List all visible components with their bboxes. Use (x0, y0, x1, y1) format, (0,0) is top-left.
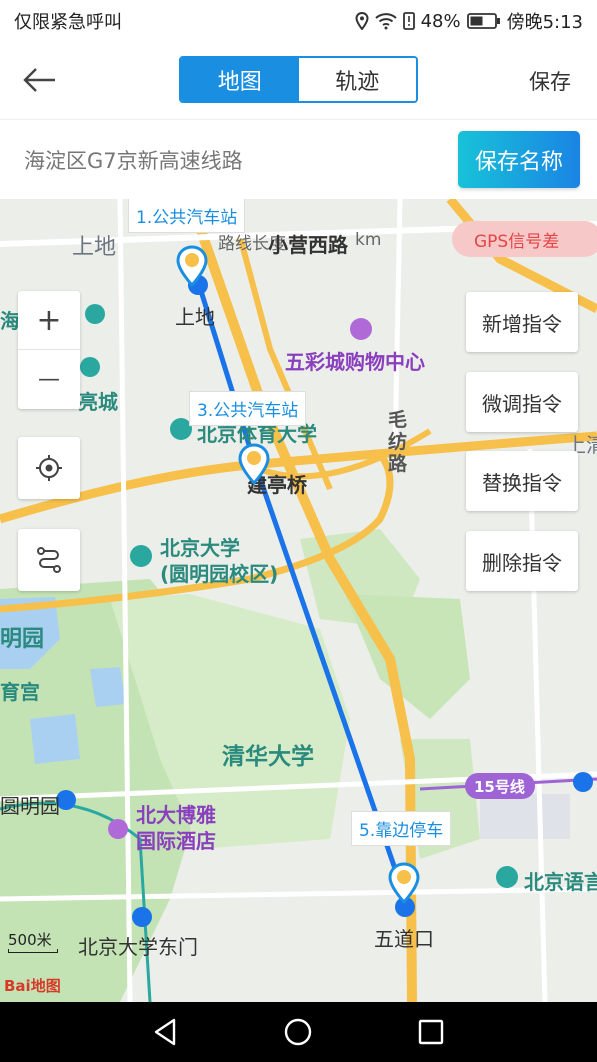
map-label-yuyu: 育宫 (0, 680, 40, 704)
sim-alert-icon (402, 12, 415, 30)
clock: 傍晚5:13 (506, 12, 583, 33)
map-label-hai: 海 (0, 309, 20, 333)
wifi-icon (374, 13, 397, 30)
save-name-button[interactable]: 保存名称 (458, 131, 580, 188)
baidu-map-logo: Bai地图 (4, 977, 61, 995)
map-label-pku-campus: 北京大学 (圆明园校区) (160, 536, 279, 586)
replace-command-button[interactable]: 替换指令 (466, 451, 578, 511)
battery-icon (466, 13, 500, 29)
delete-command-button[interactable]: 删除指令 (466, 531, 578, 591)
zoom-in-button[interactable]: + (18, 291, 80, 350)
zoom-out-button[interactable]: — (18, 350, 80, 409)
map-scale-bar (8, 949, 58, 953)
back-button[interactable] (18, 60, 60, 100)
recent-square-icon[interactable] (415, 1016, 447, 1048)
gps-status-badge: GPS信号差 (452, 221, 597, 257)
pin-icon[interactable] (175, 245, 209, 287)
title-bar: 地图 轨迹 保存 (0, 40, 597, 120)
map-label-pku-east: 北京大学东门 (78, 935, 198, 959)
map-label-boya: 北大博雅 国际酒店 (136, 803, 216, 853)
callout-stop-3[interactable]: 3.公共汽车站 (189, 391, 307, 426)
map-view[interactable]: 上地 上地 路线长度 km 小营西路 五彩城购物中心 海 亮城 北京体育大学 毛… (0, 199, 597, 1002)
status-icons: 48% 傍晚5:13 (355, 8, 583, 34)
map-label-tsinghua: 清华大学 (222, 744, 314, 770)
map-label-yuanmingyuan: 圆明园 (0, 794, 60, 818)
location-icon (355, 12, 369, 30)
callout-stop-5[interactable]: 5.靠边停车 (351, 811, 452, 846)
tab-track[interactable]: 轨迹 (298, 58, 416, 101)
home-circle-icon[interactable] (282, 1016, 314, 1048)
callout-stop-1[interactable]: 1.公共汽车站 (128, 199, 246, 233)
map-label-wudaokou: 五道口 (374, 927, 434, 951)
emergency-only-text: 仅限紧急呼叫 (14, 12, 122, 33)
system-navigation-bar (0, 1002, 597, 1062)
map-label-maofang: 毛纺路 (388, 409, 408, 475)
pin-icon[interactable] (237, 443, 271, 485)
route-name-input[interactable] (24, 142, 444, 178)
zoom-control: + — (18, 291, 80, 409)
map-label-line15: 15号线 (474, 778, 525, 796)
map-label-shangdi-area: 上地 (72, 235, 117, 260)
back-triangle-icon[interactable] (150, 1016, 182, 1048)
map-label-xiaoying: 小营西路 (268, 233, 348, 257)
tab-map[interactable]: 地图 (181, 58, 299, 101)
status-bar: 仅限紧急呼叫 48% 傍晚5:13 (0, 0, 597, 40)
locate-button[interactable] (18, 437, 80, 499)
map-label-road-unit: km (355, 230, 382, 250)
map-label-wucai: 五彩城购物中心 (285, 350, 425, 374)
back-arrow-icon (23, 68, 55, 92)
view-switch: 地图 轨迹 (179, 56, 418, 103)
add-command-button[interactable]: 新增指令 (466, 292, 578, 352)
battery-percent: 48% (420, 10, 461, 32)
map-label-xiliang: 亮城 (78, 390, 118, 414)
locate-icon (36, 455, 62, 481)
save-button[interactable]: 保存 (529, 66, 571, 96)
route-toggle-button[interactable] (18, 529, 80, 591)
map-label-blcu: 北京语言 (524, 870, 597, 894)
map-label-shangdi-station: 上地 (175, 305, 215, 329)
route-toggle-icon (37, 547, 61, 573)
map-label-mingyuan: 明园 (0, 627, 45, 652)
adjust-command-button[interactable]: 微调指令 (466, 372, 578, 432)
map-scale-label: 500米 (8, 931, 52, 949)
pin-icon[interactable] (387, 862, 421, 904)
